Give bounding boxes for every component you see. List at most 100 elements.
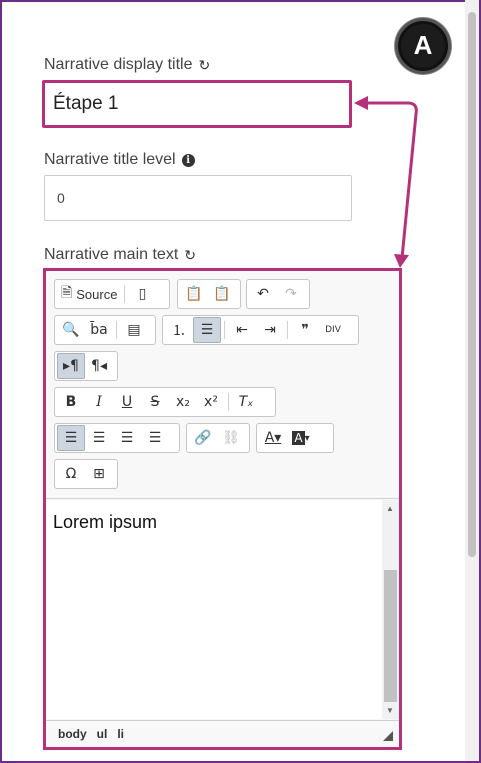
indent-button[interactable]: ⇥ bbox=[256, 317, 284, 343]
paste-text-icon: 📋 bbox=[185, 286, 203, 302]
align-right-button[interactable]: ☰ bbox=[113, 425, 141, 451]
unlink-icon: ⛓ bbox=[222, 430, 240, 446]
select-all-icon: ▤ bbox=[127, 322, 141, 338]
source-icon: 🗎 bbox=[61, 285, 73, 301]
justify-icon: ☰ bbox=[148, 430, 162, 446]
display-title-input[interactable]: Étape 1 bbox=[42, 80, 352, 128]
element-path-bar: body ul li bbox=[46, 720, 399, 747]
paste-text-button[interactable]: 📋 bbox=[180, 281, 208, 307]
paste-word-button[interactable]: 📋 bbox=[208, 281, 236, 307]
redo-button[interactable]: ↷ bbox=[277, 281, 305, 307]
scroll-down-icon[interactable]: ▼ bbox=[386, 706, 394, 715]
editor-scrollbar-thumb[interactable] bbox=[384, 570, 397, 702]
blockquote-button[interactable]: ❞ bbox=[291, 317, 319, 343]
link-button[interactable]: 🔗 bbox=[189, 425, 217, 451]
toolbar-group-editing: 🔍 b̄a ▤ bbox=[54, 315, 156, 345]
path-item-ul[interactable]: ul bbox=[97, 727, 108, 741]
toolbar-separator bbox=[116, 321, 117, 339]
align-right-icon: ☰ bbox=[120, 430, 134, 446]
bulleted-list-icon: ☰ bbox=[200, 322, 214, 338]
search-icon: 🔍 bbox=[62, 322, 80, 338]
toolbar-group-undo: ↶ ↷ bbox=[246, 279, 310, 309]
toolbar-group-document: 🗎 Source ▯ bbox=[54, 279, 170, 309]
document-icon: ▯ bbox=[138, 286, 147, 302]
bulleted-list-button[interactable]: ☰ bbox=[193, 317, 221, 343]
toolbar-separator bbox=[124, 285, 126, 303]
title-level-input[interactable]: 0 bbox=[44, 175, 352, 221]
ltr-button[interactable]: ▸¶ bbox=[57, 353, 85, 379]
outdent-button[interactable]: ⇤ bbox=[228, 317, 256, 343]
rtl-button[interactable]: ¶◂ bbox=[85, 353, 113, 379]
align-left-button[interactable]: ☰ bbox=[57, 425, 85, 451]
path-item-li[interactable]: li bbox=[117, 727, 124, 741]
toolbar-separator bbox=[287, 321, 288, 339]
background-color-button[interactable]: A ▾ bbox=[287, 425, 315, 451]
main-text-label: Narrative main text ↻ bbox=[44, 246, 196, 264]
reset-icon[interactable]: ↻ bbox=[199, 57, 211, 74]
editor-content[interactable]: Lorem ipsum ▲ ▼ bbox=[46, 500, 399, 719]
text-color-button[interactable]: A▾ bbox=[259, 425, 287, 451]
toolbar-group-basic-styles: B I U S x₂ x² Tₓ bbox=[54, 387, 276, 417]
unlink-button[interactable]: ⛓ bbox=[217, 425, 245, 451]
redo-icon: ↷ bbox=[285, 286, 297, 302]
numbered-list-button[interactable]: ⒈ bbox=[165, 317, 193, 343]
div-icon: DIV bbox=[325, 325, 341, 335]
text-color-icon: A▾ bbox=[264, 430, 282, 446]
select-all-button[interactable]: ▤ bbox=[120, 317, 148, 343]
toolbar-separator bbox=[224, 321, 225, 339]
page-scrollbar[interactable] bbox=[465, 0, 479, 761]
undo-button[interactable]: ↶ bbox=[249, 281, 277, 307]
strikethrough-icon: S bbox=[150, 394, 160, 410]
underline-icon: U bbox=[121, 394, 133, 410]
title-level-label: Narrative title level i bbox=[44, 151, 195, 169]
subscript-button[interactable]: x₂ bbox=[169, 389, 197, 415]
numbered-list-icon: ⒈ bbox=[172, 323, 186, 339]
toolbar-group-links: 🔗 ⛓ bbox=[186, 423, 250, 453]
italic-button[interactable]: I bbox=[85, 389, 113, 415]
toolbar-group-align: ☰ ☰ ☰ ☰ bbox=[54, 423, 180, 453]
toolbar-group-paragraph: ⒈ ☰ ⇤ ⇥ ❞ DIV bbox=[162, 315, 359, 345]
editor-text[interactable]: Lorem ipsum bbox=[53, 512, 157, 533]
replace-button[interactable]: b̄a bbox=[85, 317, 113, 343]
align-center-button[interactable]: ☰ bbox=[85, 425, 113, 451]
bold-icon: B bbox=[65, 394, 77, 410]
templates-button[interactable]: ▯ bbox=[128, 281, 156, 307]
outdent-icon: ⇤ bbox=[236, 322, 248, 338]
link-icon: 🔗 bbox=[194, 430, 212, 446]
toolbar-group-insert: Ω ⊞ bbox=[54, 459, 118, 489]
justify-button[interactable]: ☰ bbox=[141, 425, 169, 451]
reset-icon[interactable]: ↻ bbox=[184, 247, 196, 264]
undo-icon: ↶ bbox=[257, 286, 269, 302]
page-scrollbar-thumb[interactable] bbox=[468, 12, 476, 557]
div-button[interactable]: DIV bbox=[319, 317, 347, 343]
find-button[interactable]: 🔍 bbox=[57, 317, 85, 343]
source-button[interactable]: 🗎 Source bbox=[57, 281, 121, 307]
table-button[interactable]: ⊞ bbox=[85, 461, 113, 487]
resize-handle[interactable] bbox=[383, 731, 393, 741]
strikethrough-button[interactable]: S bbox=[141, 389, 169, 415]
path-item-body[interactable]: body bbox=[58, 727, 87, 741]
align-center-icon: ☰ bbox=[92, 430, 106, 446]
remove-format-icon: Tₓ bbox=[238, 394, 254, 410]
toolbar-group-direction: ▸¶ ¶◂ bbox=[54, 351, 118, 381]
editor-toolbar: 🗎 Source ▯ 📋 📋 ↶ ↷ 🔍 b̄a ▤ ⒈ ☰ ⇤ ⇥ ❞ DIV… bbox=[46, 271, 399, 499]
special-char-button[interactable]: Ω bbox=[57, 461, 85, 487]
superscript-button[interactable]: x² bbox=[197, 389, 225, 415]
align-left-icon: ☰ bbox=[64, 430, 78, 446]
rich-text-editor[interactable]: 🗎 Source ▯ 📋 📋 ↶ ↷ 🔍 b̄a ▤ ⒈ ☰ ⇤ ⇥ ❞ DIV… bbox=[43, 268, 402, 750]
quote-icon: ❞ bbox=[301, 322, 309, 338]
background-color-icon: A bbox=[292, 431, 305, 445]
scroll-up-icon[interactable]: ▲ bbox=[386, 504, 394, 513]
info-icon[interactable]: i bbox=[181, 153, 195, 167]
underline-button[interactable]: U bbox=[113, 389, 141, 415]
chevron-down-icon: ▾ bbox=[304, 432, 310, 444]
subscript-icon: x₂ bbox=[176, 394, 190, 410]
replace-icon: b̄a bbox=[90, 322, 108, 338]
indent-icon: ⇥ bbox=[264, 322, 276, 338]
rtl-icon: ¶◂ bbox=[91, 358, 107, 374]
ltr-icon: ▸¶ bbox=[63, 358, 79, 374]
remove-format-button[interactable]: Tₓ bbox=[232, 389, 260, 415]
paste-word-icon: 📋 bbox=[213, 286, 231, 302]
bold-button[interactable]: B bbox=[57, 389, 85, 415]
editor-scrollbar[interactable]: ▲ ▼ bbox=[382, 500, 399, 719]
